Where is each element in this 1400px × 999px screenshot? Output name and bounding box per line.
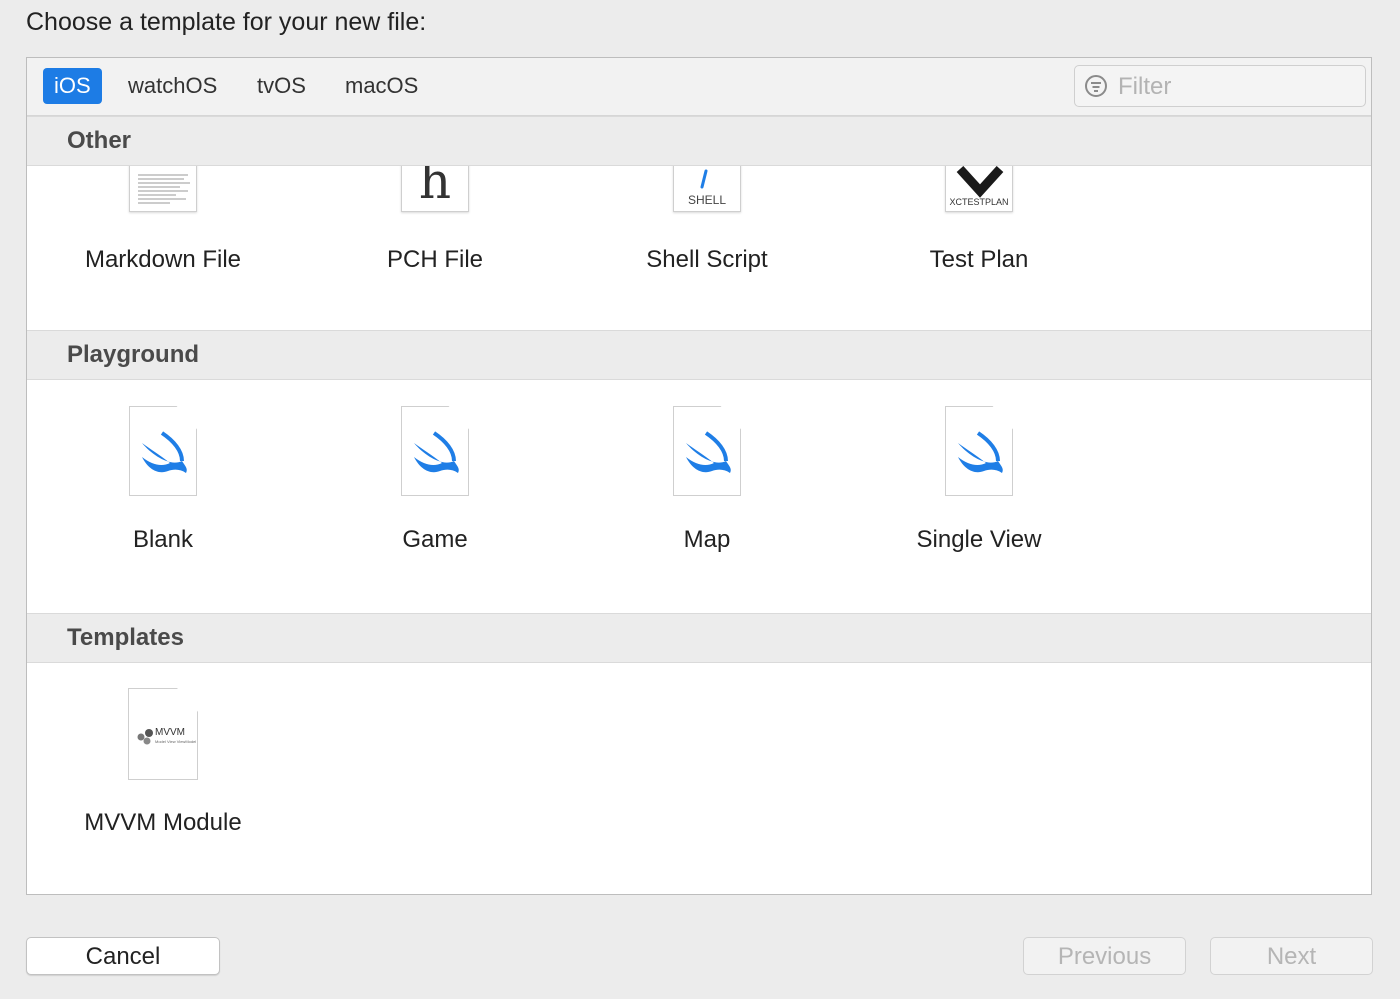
section-header-playground: Playground xyxy=(27,330,1371,380)
template-label: Markdown File xyxy=(84,246,242,273)
section-header-templates: Templates xyxy=(27,613,1371,663)
template-label: Blank xyxy=(132,526,194,553)
previous-button[interactable]: Previous xyxy=(1023,937,1186,975)
section-playground: Blank Game Map Single View xyxy=(27,380,1371,613)
template-chooser-panel: iOS watchOS tvOS macOS Other xyxy=(26,57,1372,895)
markdown-file-icon xyxy=(129,166,197,212)
template-label: Single View xyxy=(916,526,1042,553)
tab-tvos[interactable]: tvOS xyxy=(246,68,317,104)
cancel-button[interactable]: Cancel xyxy=(26,937,220,975)
test-plan-icon: XCTESTPLAN xyxy=(945,166,1013,212)
mvvm-template-icon: MVVM Model View ViewModel xyxy=(128,688,198,780)
template-label: PCH File xyxy=(386,246,483,273)
platform-tab-bar: iOS watchOS tvOS macOS xyxy=(27,58,1371,116)
shell-script-icon: SHELL xyxy=(673,166,741,212)
template-label: Game xyxy=(402,526,468,553)
swift-file-icon xyxy=(945,406,1013,496)
swift-file-icon xyxy=(673,406,741,496)
template-shell-script[interactable]: SHELL Shell Script xyxy=(571,166,843,330)
template-blank[interactable]: Blank xyxy=(27,406,299,586)
filter-icon xyxy=(1085,75,1107,97)
section-other: Markdown File h PCH File SHELL Shell Scr… xyxy=(27,166,1371,330)
tab-watchos[interactable]: watchOS xyxy=(117,68,228,104)
template-single-view[interactable]: Single View xyxy=(843,406,1115,586)
template-markdown-file[interactable]: Markdown File xyxy=(27,166,299,330)
filter-field[interactable] xyxy=(1074,65,1366,107)
dialog-title: Choose a template for your new file: xyxy=(26,8,427,36)
pch-file-icon: h xyxy=(401,166,469,212)
tab-macos[interactable]: macOS xyxy=(334,68,429,104)
template-pch-file[interactable]: h PCH File xyxy=(299,166,571,330)
section-title-templates: Templates xyxy=(67,624,184,651)
template-label: MVVM Module xyxy=(84,809,242,836)
section-title-other: Other xyxy=(67,127,132,154)
template-label: Shell Script xyxy=(646,246,768,273)
section-templates: MVVM Model View ViewModel MVVM Module xyxy=(27,663,1371,894)
template-label: Map xyxy=(683,526,731,553)
swift-file-icon xyxy=(129,406,197,496)
section-title-playground: Playground xyxy=(67,341,200,368)
swift-file-icon xyxy=(401,406,469,496)
template-label: Test Plan xyxy=(929,246,1029,273)
section-header-other: Other xyxy=(27,116,1371,166)
template-game[interactable]: Game xyxy=(299,406,571,586)
filter-input[interactable] xyxy=(1116,72,1360,102)
template-mvvm-module[interactable]: MVVM Model View ViewModel MVVM Module xyxy=(27,688,299,868)
template-map[interactable]: Map xyxy=(571,406,843,586)
next-button[interactable]: Next xyxy=(1210,937,1373,975)
tab-ios[interactable]: iOS xyxy=(43,68,102,104)
template-test-plan[interactable]: XCTESTPLAN Test Plan xyxy=(843,166,1115,330)
